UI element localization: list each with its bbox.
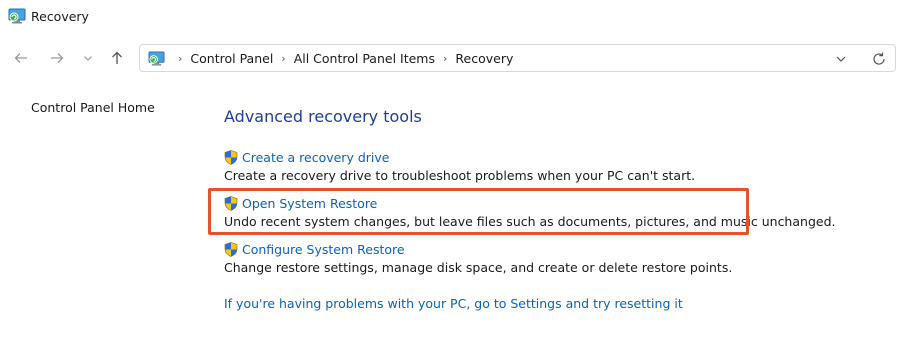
task-create-recovery-drive: Create a recovery drive Create a recover… [224, 150, 695, 183]
uac-shield-icon [224, 242, 238, 257]
breadcrumb-separator: › [281, 52, 286, 65]
task-open-system-restore: Open System Restore Undo recent system c… [224, 196, 835, 229]
page-title: Advanced recovery tools [224, 107, 422, 126]
arrow-up-icon [112, 51, 122, 64]
uac-shield-icon [224, 196, 238, 211]
refresh-icon[interactable] [871, 51, 887, 67]
breadcrumb-control-panel[interactable]: Control Panel [190, 51, 273, 66]
main-content: Advanced recovery tools Create a recover… [224, 82, 904, 356]
control-panel-home-link[interactable]: Control Panel Home [31, 100, 155, 115]
breadcrumb: › Control Panel › All Control Panel Item… [170, 51, 513, 66]
breadcrumb-separator: › [178, 52, 183, 65]
reset-pc-settings-link[interactable]: If you're having problems with your PC, … [224, 296, 683, 311]
recent-locations-button[interactable] [77, 47, 99, 69]
sidebar: Control Panel Home [0, 82, 205, 356]
uac-shield-icon [224, 150, 238, 165]
breadcrumb-separator: › [443, 52, 448, 65]
back-button[interactable] [10, 47, 32, 69]
breadcrumb-all-items[interactable]: All Control Panel Items [294, 51, 435, 66]
chevron-down-icon[interactable] [834, 52, 848, 66]
task-configure-system-restore: Configure System Restore Change restore … [224, 242, 732, 275]
open-system-restore-link[interactable]: Open System Restore [224, 196, 835, 211]
configure-system-restore-link[interactable]: Configure System Restore [224, 242, 732, 257]
navigation-bar: › Control Panel › All Control Panel Item… [0, 34, 904, 82]
task-description: Create a recovery drive to troubleshoot … [224, 168, 696, 183]
address-bar[interactable]: › Control Panel › All Control Panel Item… [139, 44, 896, 72]
control-panel-recovery-icon [148, 51, 165, 66]
control-panel-recovery-icon [8, 8, 26, 24]
breadcrumb-recovery[interactable]: Recovery [455, 51, 513, 66]
task-label: Open System Restore [242, 196, 378, 211]
task-description: Undo recent system changes, but leave fi… [224, 214, 836, 229]
chevron-down-icon [84, 56, 92, 61]
task-label: Configure System Restore [242, 242, 405, 257]
title-bar: Recovery [0, 0, 904, 34]
task-label: Create a recovery drive [242, 150, 390, 165]
task-description: Change restore settings, manage disk spa… [224, 260, 733, 275]
forward-button[interactable] [46, 47, 68, 69]
up-button[interactable] [106, 47, 128, 69]
window-title: Recovery [31, 9, 89, 24]
create-recovery-drive-link[interactable]: Create a recovery drive [224, 150, 695, 165]
arrow-right-icon [51, 53, 64, 63]
arrow-left-icon [14, 53, 27, 63]
